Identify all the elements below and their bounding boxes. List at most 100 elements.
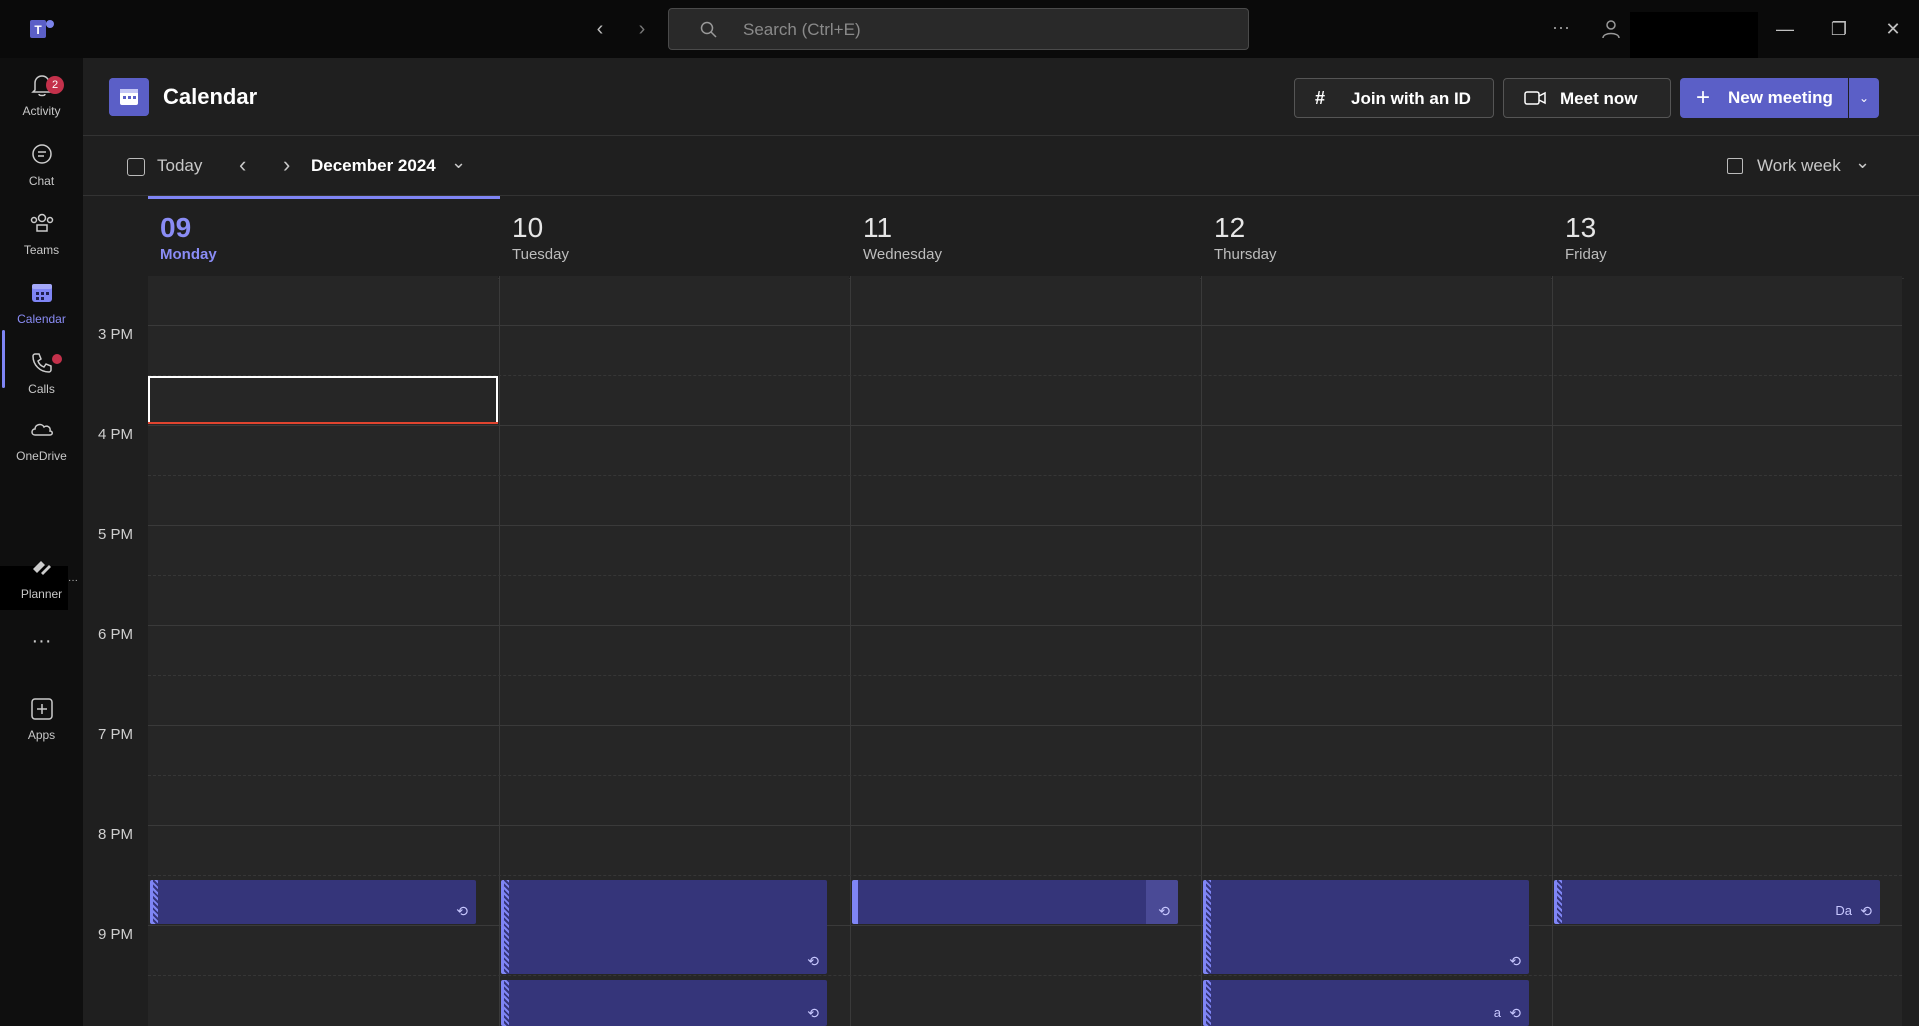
svg-text:T: T xyxy=(34,23,42,37)
rail-label-teams: Teams xyxy=(23,243,60,257)
recurring-icon: ⟲ xyxy=(807,953,819,969)
more-apps-icon[interactable]: ··· xyxy=(0,630,83,660)
rail-label-chat: Chat xyxy=(28,174,55,188)
restore-icon[interactable]: ❐ xyxy=(1824,14,1854,44)
time-grid-area: ⟲ ⟲ ⟲ ⟲ ⟲ a ⟲ Da ⟲ xyxy=(148,276,1902,1026)
view-chevron-down-icon[interactable]: ⌄ xyxy=(1855,152,1870,173)
back-arrow-icon[interactable]: ‹ xyxy=(590,17,610,41)
meet-now-label: Meet now xyxy=(1560,89,1638,108)
profile-settings-icon[interactable] xyxy=(1600,18,1622,40)
event-thursday-2[interactable]: a ⟲ xyxy=(1203,980,1529,1026)
event-tuesday[interactable]: ⟲ xyxy=(501,880,827,974)
day-name: Monday xyxy=(160,246,217,263)
rail-item-teams[interactable]: Teams xyxy=(0,207,83,273)
recurring-icon: ⟲ xyxy=(1860,903,1872,919)
view-selector[interactable]: Work week xyxy=(1757,156,1841,176)
view-icon xyxy=(1727,158,1743,174)
previous-week-icon[interactable]: ‹ xyxy=(239,152,246,178)
new-meeting-label: New meeting xyxy=(1728,88,1833,107)
calendar-icon xyxy=(32,284,52,302)
phone-icon xyxy=(32,353,52,373)
rail-item-onedrive[interactable]: OneDrive xyxy=(0,413,83,479)
day-name: Thursday xyxy=(1214,246,1277,263)
day-name: Wednesday xyxy=(863,246,942,263)
video-camera-icon xyxy=(1524,91,1546,105)
close-icon[interactable]: ✕ xyxy=(1878,14,1908,44)
next-week-icon[interactable]: › xyxy=(283,152,290,178)
time-label: 6 PM xyxy=(98,626,134,643)
event-monday[interactable]: ⟲ xyxy=(150,880,476,924)
calendar-app-icon xyxy=(109,78,149,116)
event-text: Da xyxy=(1835,903,1852,918)
hash-icon: # xyxy=(1315,88,1326,108)
chevron-down-icon[interactable]: ⌄ xyxy=(451,152,466,173)
rail-item-planner[interactable]: Planner xyxy=(0,551,83,617)
event-wednesday[interactable]: ⟲ xyxy=(852,880,1178,924)
day-number: 12 xyxy=(1214,212,1246,243)
chat-icon xyxy=(32,144,52,164)
calendar-toolbar: Today ‹ › December 2024 ⌄ Work week ⌄ xyxy=(83,136,1919,196)
time-label: 4 PM xyxy=(98,426,134,443)
minimize-icon[interactable]: — xyxy=(1770,14,1800,44)
time-label: 9 PM xyxy=(98,926,134,943)
teams-icon xyxy=(30,213,54,232)
today-icon xyxy=(127,158,145,176)
activity-badge: 2 xyxy=(46,76,64,94)
rail-label-onedrive: OneDrive xyxy=(16,449,67,463)
redacted-profile xyxy=(1630,12,1758,58)
search-input[interactable]: Search (Ctrl+E) xyxy=(668,8,1249,50)
calls-notification-dot xyxy=(52,354,62,364)
current-time-line xyxy=(148,422,498,424)
day-number: 09 xyxy=(160,212,192,243)
recurring-icon: ⟲ xyxy=(456,903,468,919)
today-button[interactable]: Today xyxy=(157,156,202,176)
recurring-icon: ⟲ xyxy=(1158,903,1170,919)
event-friday[interactable]: Da ⟲ xyxy=(1554,880,1880,924)
day-header-friday[interactable]: 13 Friday xyxy=(1553,196,1904,279)
plus-icon: + xyxy=(1696,84,1711,111)
more-options-icon[interactable]: ··· xyxy=(1552,17,1570,38)
add-app-icon xyxy=(31,698,53,720)
event-text: a xyxy=(1493,1005,1501,1020)
day-header-thursday[interactable]: 12 Thursday xyxy=(1202,196,1553,279)
rail-item-calendar[interactable]: Calendar xyxy=(0,276,83,342)
day-header-monday[interactable]: 09 Monday xyxy=(148,196,500,279)
event-thursday[interactable]: ⟲ xyxy=(1203,880,1529,974)
recurring-icon: ⟲ xyxy=(1509,953,1521,969)
day-number: 10 xyxy=(512,212,544,243)
search-icon xyxy=(700,21,717,38)
cloud-icon xyxy=(31,423,53,436)
rail-item-chat[interactable]: Chat xyxy=(0,138,83,204)
recurring-icon: ⟲ xyxy=(1509,1005,1521,1021)
day-name: Tuesday xyxy=(512,246,569,263)
new-meeting-button[interactable]: + New meeting xyxy=(1680,78,1848,118)
title-bar: T ‹ › Search (Ctrl+E) ··· — ❐ ✕ xyxy=(0,0,1919,58)
time-label: 5 PM xyxy=(98,526,134,543)
event-tuesday-2[interactable]: ⟲ xyxy=(501,980,827,1026)
day-header-tuesday[interactable]: 10 Tuesday xyxy=(500,196,851,279)
rail-item-apps[interactable]: Apps xyxy=(0,692,83,758)
rail-label-activity: Activity xyxy=(22,104,61,118)
planner-icon xyxy=(33,561,51,575)
selected-time-slot[interactable] xyxy=(148,376,498,424)
join-with-id-label: Join with an ID xyxy=(1351,89,1471,108)
page-title: Calendar xyxy=(163,84,258,109)
day-header-wednesday[interactable]: 11 Wednesday xyxy=(851,196,1202,279)
new-meeting-dropdown-icon[interactable]: ⌄ xyxy=(1849,78,1879,118)
day-number: 13 xyxy=(1565,212,1597,243)
teams-logo-icon: T xyxy=(30,20,54,38)
month-picker[interactable]: December 2024 xyxy=(311,156,436,176)
recurring-icon: ⟲ xyxy=(807,1005,819,1021)
rail-label-planner: Planner xyxy=(20,587,63,601)
search-placeholder: Search (Ctrl+E) xyxy=(743,20,861,39)
rail-item-activity[interactable]: 2 Activity xyxy=(0,68,83,134)
today-underline xyxy=(148,196,500,199)
rail-label-apps: Apps xyxy=(27,728,56,742)
calendar-header: Calendar # Join with an ID Meet now + Ne… xyxy=(83,58,1919,136)
meet-now-button[interactable]: Meet now xyxy=(1503,78,1671,118)
app-rail: 2 Activity Chat Teams Calendar Calls One… xyxy=(0,58,83,1026)
forward-arrow-icon[interactable]: › xyxy=(632,17,652,41)
rail-item-calls[interactable]: Calls xyxy=(0,346,83,412)
day-number: 11 xyxy=(863,212,893,243)
join-with-id-button[interactable]: # Join with an ID xyxy=(1294,78,1494,118)
